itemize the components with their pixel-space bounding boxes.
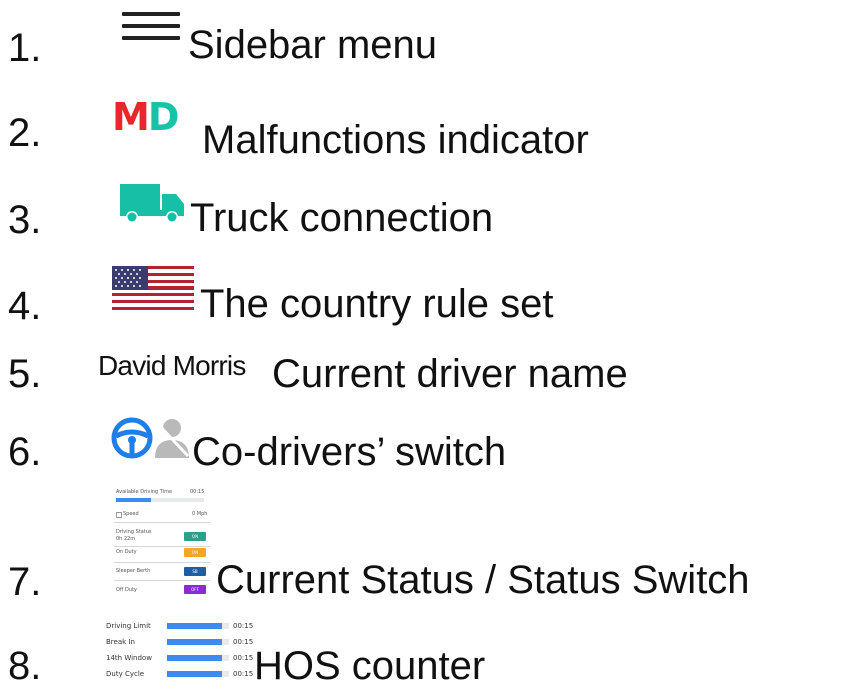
sleeper-berth-button[interactable]: SB [184,567,206,576]
item-number: 2. [8,111,42,155]
steering-wheel-icon [110,416,154,460]
driver-name: David Morris [98,350,246,381]
item-number: 8. [8,644,42,688]
hos-row-value: 00:15 [233,670,254,678]
legend-row-5: 5. David Morris Current driver name [0,344,847,404]
item-label: HOS counter [254,644,486,688]
available-progress-bar [116,498,204,502]
item-label: Malfunctions indicator [202,118,589,162]
legend-row-2: 2. MD Malfunctions indicator [0,90,847,170]
item-number: 6. [8,430,42,474]
item-label: The country rule set [200,282,554,326]
item-label: Truck connection [190,196,494,240]
hos-row: Break In 00:15 [104,636,253,648]
legend-row-6: 6. Co-drivers’ switch [0,410,847,482]
item-number: 4. [8,284,42,328]
hos-row-value: 00:15 [233,622,254,630]
legend-row-3: 3. Truck connection [0,178,847,258]
hos-row: 14th Window 00:15 [104,652,253,664]
hos-row-label: 14th Window [106,654,152,662]
item-label: Sidebar menu [188,23,438,67]
divider [114,580,210,581]
hamburger-icon [122,8,180,44]
available-progress-fill [116,498,152,502]
status-panel: Available Driving Time 00:15 Speed 0 Mph… [112,488,212,606]
driving-status-time: 0h 22m [116,536,136,542]
legend-row-8: 8. Driving Limit 00:15 Break In 00:15 14… [0,620,847,691]
off-duty-label: Off Duty [116,587,137,593]
hos-row-value: 00:15 [233,638,254,646]
hos-row-bar [167,655,229,661]
item-label: Co-drivers’ switch [192,430,507,474]
hos-row-bar [167,639,229,645]
hos-counter: Driving Limit 00:15 Break In 00:15 14th … [104,620,253,686]
on-duty-button[interactable]: ON [184,548,206,557]
hos-row-bar [167,623,229,629]
hos-row-value: 00:15 [233,654,254,662]
item-number: 3. [8,198,42,242]
hos-row-label: Break In [106,638,135,646]
person-icon [152,416,192,460]
item-number: 7. [8,560,42,604]
item-label: Current Status / Status Switch [216,558,750,602]
divider [114,562,210,563]
divider [114,546,210,547]
hos-row: Driving Limit 00:15 [104,620,253,632]
available-driving-time-value: 00:15 [190,489,205,495]
on-duty-label: On Duty [116,549,137,555]
item-label: Current driver name [272,352,628,396]
legend-row-4: 4. The country rule set [0,266,847,336]
item-number: 1. [8,26,42,70]
speed-value: 0 Mph [192,511,208,517]
driving-status-button[interactable]: ON [184,532,206,541]
item-number: 5. [8,352,42,396]
truck-icon [120,182,186,226]
hos-row-label: Driving Limit [106,622,151,630]
sleeper-berth-label: Sleeper Berth [116,568,151,574]
md-m-letter: M [112,95,150,139]
legend-row-1: 1. Sidebar menu [0,0,847,80]
speed-label: Speed [123,511,139,517]
hos-row-label: Duty Cycle [106,670,145,678]
divider [114,522,210,523]
available-driving-time-label: Available Driving Time [116,489,173,495]
hos-row: Duty Cycle 00:15 [104,668,253,680]
hos-row-bar [167,671,229,677]
legend-row-7: 7. Available Driving Time 00:15 Speed 0 … [0,488,847,606]
md-icon: MD [112,95,180,139]
off-duty-button[interactable]: OFF [184,585,206,594]
us-flag-icon [112,266,194,310]
speed-checkbox[interactable] [116,512,122,518]
md-d-letter: D [147,95,180,139]
driving-status-label: Driving Status [116,529,152,535]
